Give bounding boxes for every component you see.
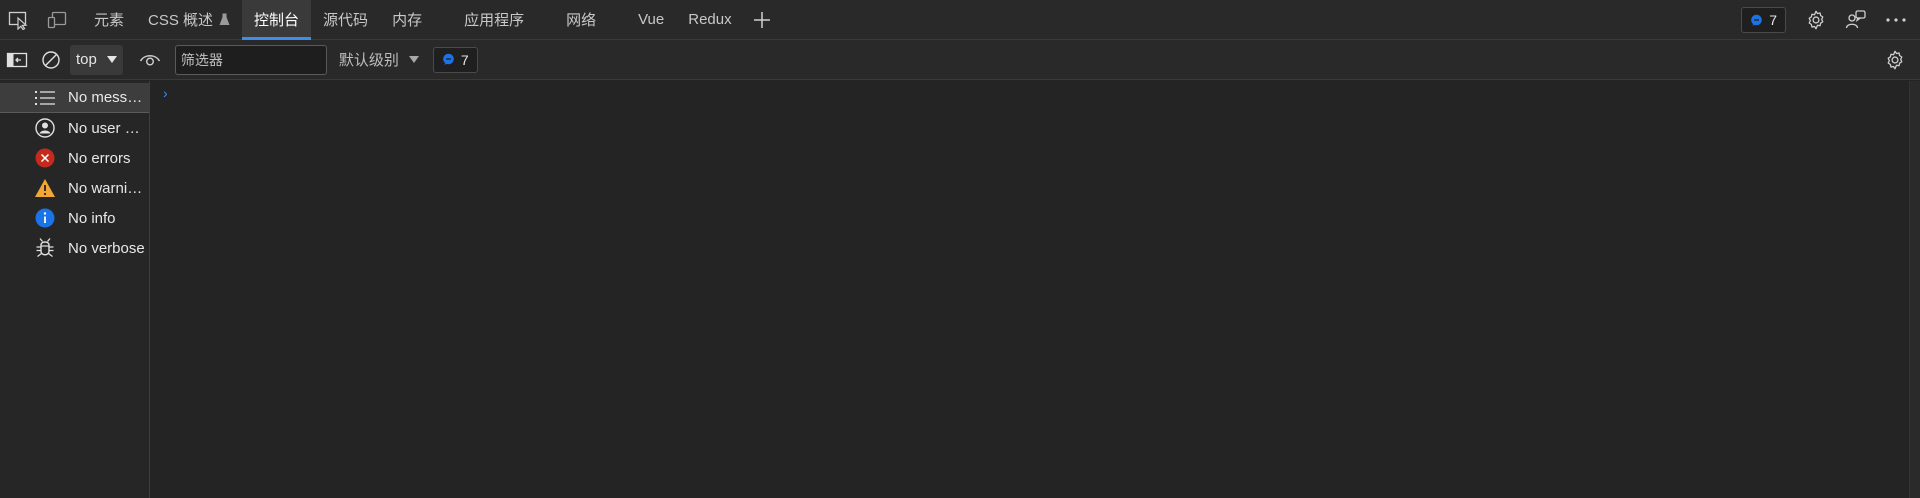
panel-tabs: 元素 CSS 概述 控制台 源代码 内存 应用程序 网络 Vue Redux: [82, 0, 780, 40]
sidebar-item-label: No warnings: [68, 179, 148, 197]
console-issues-badge[interactable]: 7: [432, 46, 478, 73]
more-tools-button[interactable]: [744, 0, 780, 40]
tab-label: 控制台: [254, 12, 300, 29]
tab-console[interactable]: 控制台: [242, 0, 312, 40]
info-icon: [33, 206, 57, 230]
tab-label: Redux: [688, 11, 732, 28]
levels-label: 默认级别: [338, 52, 399, 69]
console-toolbar: top 默认级别 7: [0, 40, 1920, 80]
device-toggle-icon: [47, 11, 67, 28]
more-options-button[interactable]: [1876, 0, 1916, 40]
clear-block-icon: [42, 50, 60, 69]
context-value: top: [76, 51, 97, 68]
show-sidebar-button[interactable]: [0, 40, 34, 80]
console-output[interactable]: ›: [151, 81, 1909, 498]
issues-badge[interactable]: 7: [1741, 7, 1786, 33]
tab-label: 元素: [94, 12, 125, 29]
plus-icon: [753, 11, 770, 28]
tab-elements[interactable]: 元素: [82, 0, 136, 40]
tab-application[interactable]: 应用程序: [452, 0, 554, 40]
console-prompt-chevron: ›: [163, 85, 168, 101]
filter-input[interactable]: [174, 44, 327, 75]
sidebar-item-user-messages[interactable]: No user messages: [0, 113, 149, 143]
list-icon: [33, 86, 57, 110]
tab-redux[interactable]: Redux: [676, 0, 743, 40]
gear-icon: [1887, 50, 1903, 70]
tab-network[interactable]: 网络: [554, 0, 626, 40]
feedback-button[interactable]: [1836, 0, 1876, 40]
sidebar-item-warnings[interactable]: No warnings: [0, 173, 149, 203]
inspect-element-button[interactable]: [0, 0, 38, 40]
tab-label: Vue: [638, 11, 665, 28]
tab-label: CSS 概述: [148, 12, 214, 29]
issues-count: 7: [460, 51, 469, 68]
tab-label: 内存: [392, 12, 423, 29]
sidebar-item-info[interactable]: No info: [0, 203, 149, 233]
tab-sources[interactable]: 源代码: [311, 0, 380, 40]
log-levels-dropdown[interactable]: 默认级别: [339, 49, 419, 70]
user-icon: [33, 116, 57, 140]
issue-chat-icon: [443, 53, 454, 65]
feedback-people-icon: [1845, 10, 1866, 29]
live-expression-button[interactable]: [133, 40, 167, 80]
sidebar-toggle-icon: [6, 52, 28, 67]
issue-chat-icon: [1751, 14, 1763, 26]
sidebar-item-label: No errors: [68, 149, 131, 167]
gear-icon: [1808, 10, 1824, 30]
device-emulation-button[interactable]: [38, 0, 76, 40]
inspect-cursor-icon: [8, 11, 28, 30]
tab-memory[interactable]: 内存: [380, 0, 452, 40]
sidebar-item-label: No user messages: [68, 119, 148, 137]
sidebar-item-verbose[interactable]: No verbose: [0, 233, 149, 263]
eye-icon: [139, 54, 160, 65]
dropdown-arrow-icon: [106, 55, 117, 63]
sidebar-item-messages[interactable]: No messages: [0, 83, 149, 113]
top-right-controls: 7: [1741, 0, 1920, 40]
experiment-flask-icon: [219, 13, 230, 25]
dropdown-arrow-icon: [408, 55, 419, 63]
sidebar-item-label: No verbose: [68, 239, 145, 257]
console-settings-button[interactable]: [1884, 40, 1906, 80]
more-horizontal-icon: [1886, 18, 1906, 22]
sidebar-item-label: No messages: [68, 89, 148, 106]
tab-vue[interactable]: Vue: [626, 0, 676, 40]
devtools-tab-bar: 元素 CSS 概述 控制台 源代码 内存 应用程序 网络 Vue Redux 7: [0, 0, 1920, 40]
sidebar-item-errors[interactable]: No errors: [0, 143, 149, 173]
tab-label: 应用程序: [464, 12, 525, 29]
warning-icon: [33, 176, 57, 200]
bug-icon: [33, 236, 57, 260]
tab-label: 网络: [566, 12, 597, 29]
sidebar-item-label: No info: [68, 209, 116, 227]
context-selector[interactable]: top: [70, 44, 123, 75]
clear-console-button[interactable]: [34, 40, 68, 80]
error-icon: [33, 146, 57, 170]
console-scrollbar[interactable]: [1909, 81, 1920, 498]
console-sidebar: No messages No user messages No errors: [0, 81, 150, 498]
settings-button[interactable]: [1796, 0, 1836, 40]
issues-count: 7: [1769, 12, 1777, 28]
tab-label: 源代码: [323, 12, 369, 29]
tab-css-overview[interactable]: CSS 概述: [136, 0, 242, 40]
